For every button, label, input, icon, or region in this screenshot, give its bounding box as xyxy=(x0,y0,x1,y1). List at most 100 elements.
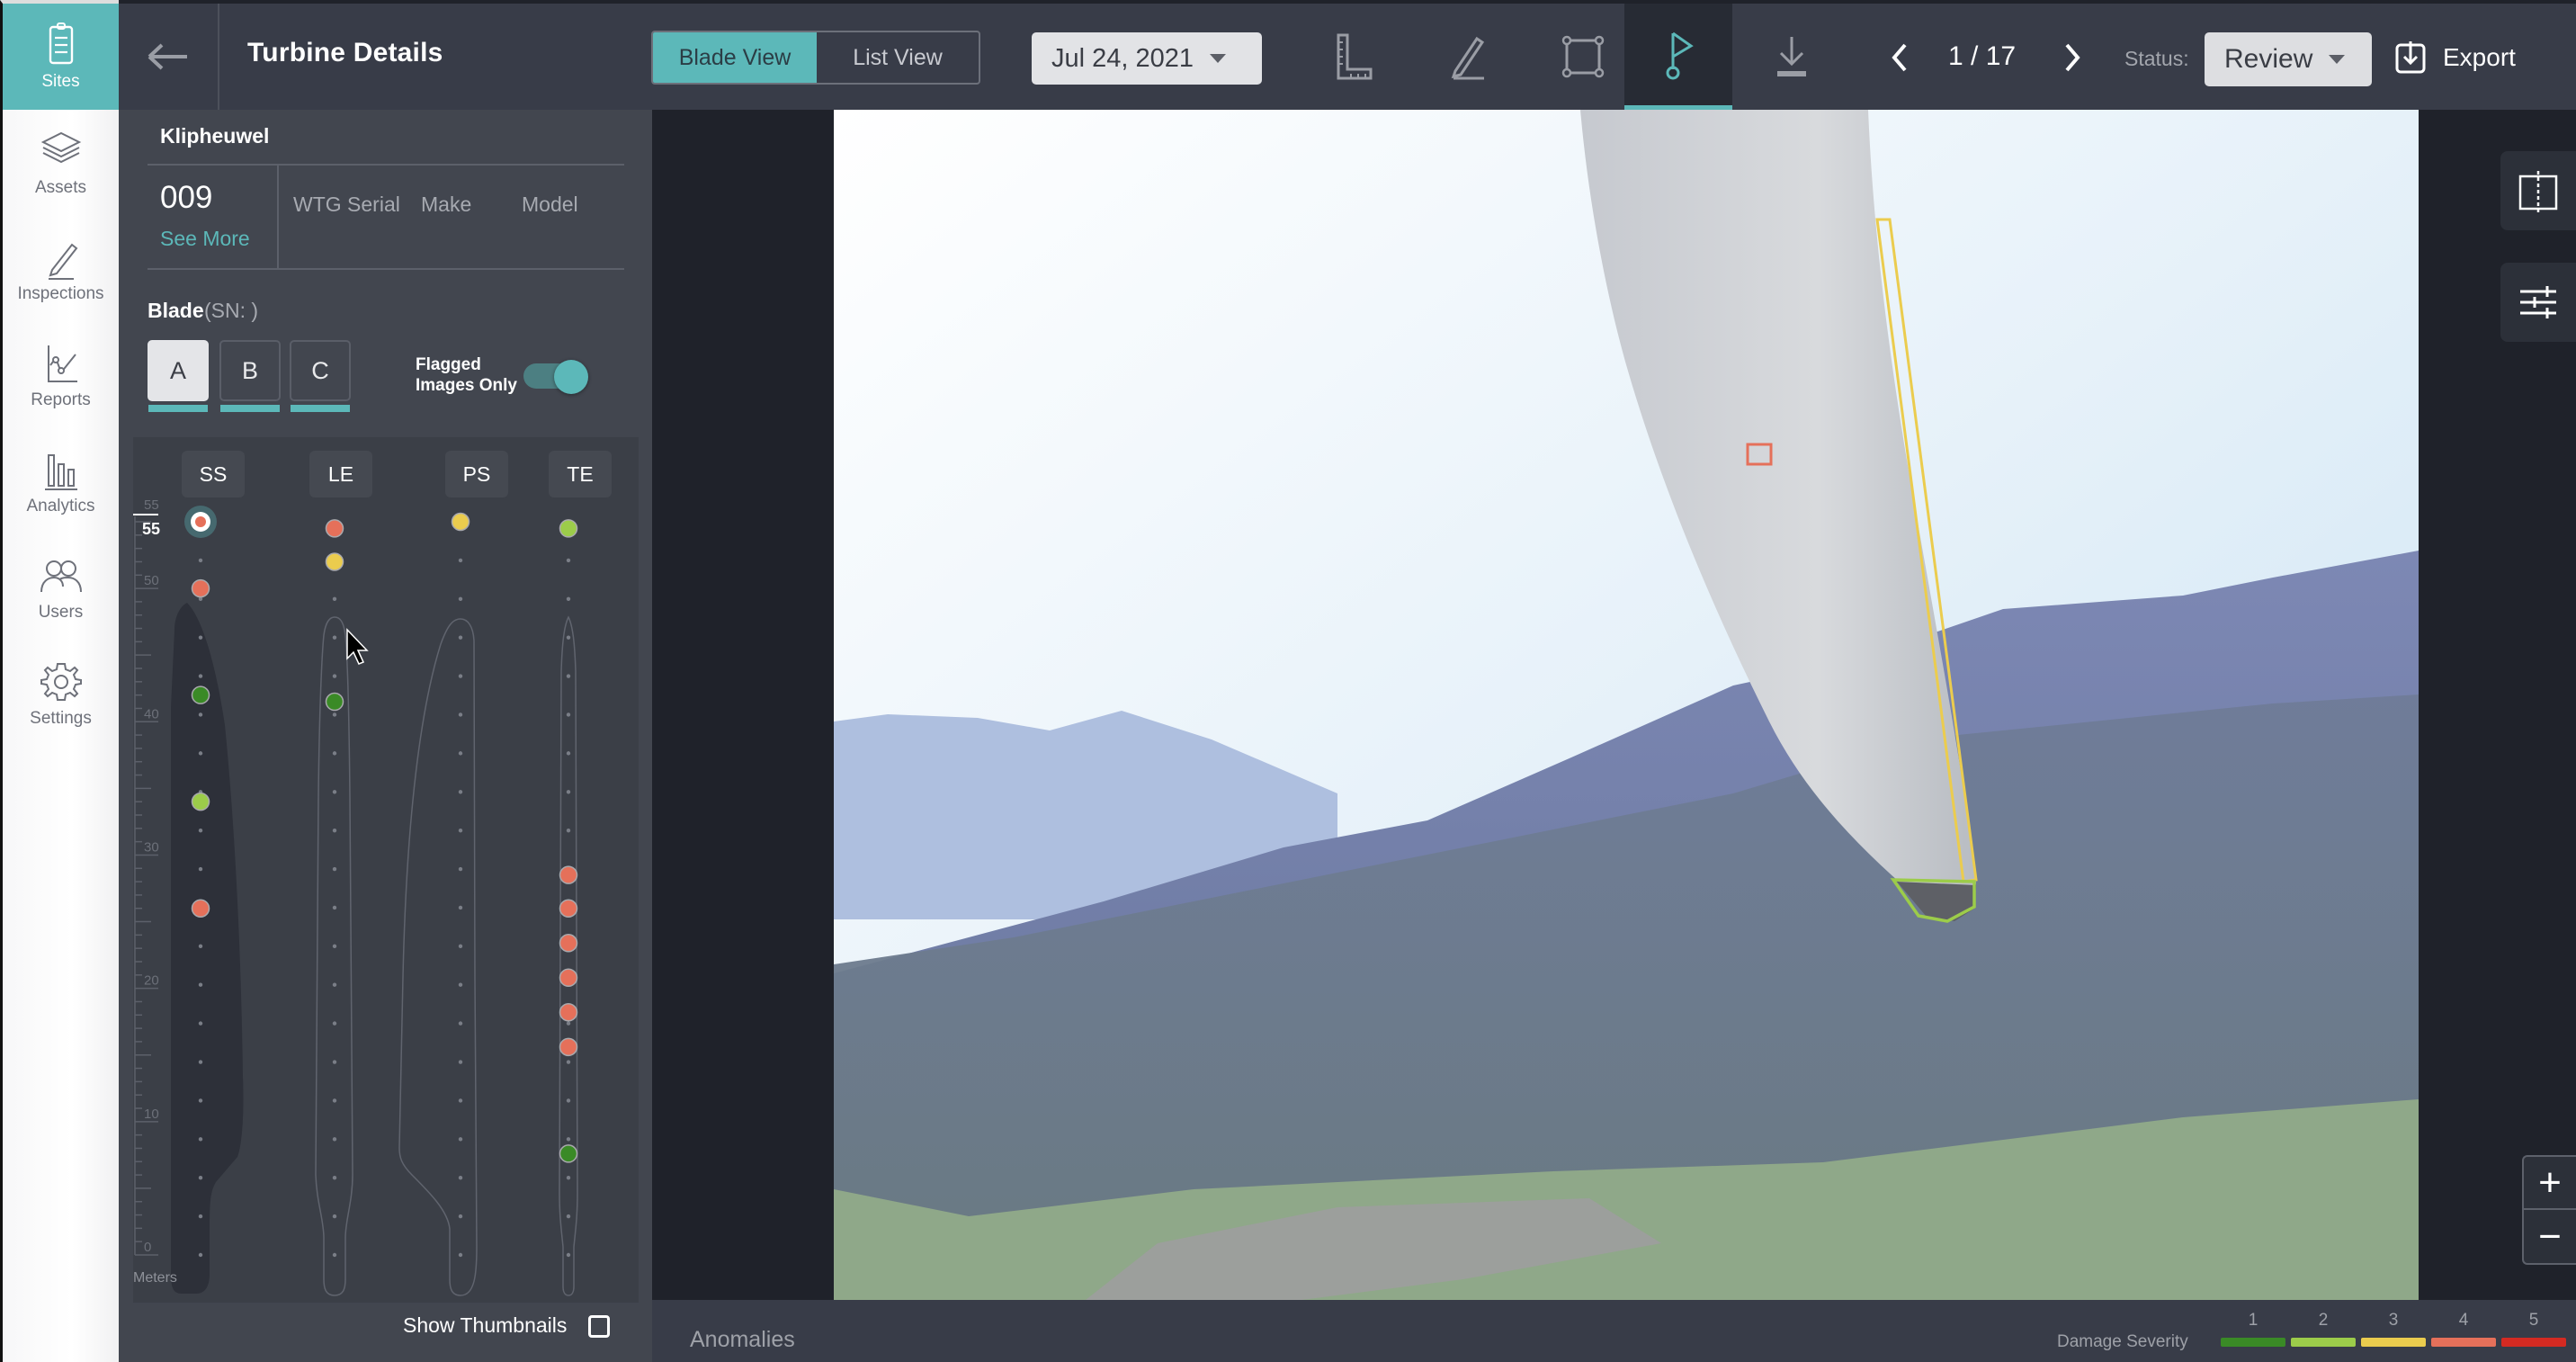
severity-level-2: 2 xyxy=(2291,1311,2356,1347)
finding-marker-te[interactable] xyxy=(559,865,578,884)
finding-marker-te[interactable] xyxy=(559,934,578,953)
inspection-point xyxy=(198,866,203,872)
inspection-point xyxy=(332,828,337,833)
nav-item-users[interactable]: Users xyxy=(3,534,119,641)
inspection-point xyxy=(332,712,337,717)
nav-item-settings[interactable]: Settings xyxy=(3,641,119,747)
inspection-photo[interactable] xyxy=(834,110,2419,1300)
previous-image-button[interactable] xyxy=(1882,38,1918,77)
damage-severity-label: Damage Severity xyxy=(2057,1332,2188,1351)
inspection-point xyxy=(198,982,203,987)
inspection-point xyxy=(458,828,463,833)
zoom-out-button[interactable]: − xyxy=(2524,1210,2576,1263)
inspection-point xyxy=(566,1252,571,1258)
draw-tool-button[interactable] xyxy=(1414,4,1522,110)
layers-icon xyxy=(40,131,81,164)
view-toggle: Blade View List View xyxy=(651,31,980,85)
inspection-point xyxy=(198,674,203,678)
finding-marker-te[interactable] xyxy=(559,519,578,538)
status-dropdown[interactable]: Review xyxy=(2205,32,2372,86)
inspection-point xyxy=(332,1214,337,1219)
flag-icon xyxy=(1666,31,1694,79)
inspection-point xyxy=(458,635,463,640)
download-button[interactable] xyxy=(1738,4,1846,110)
bottom-bar: Anomalies Damage Severity 1 2 3 4 5 xyxy=(652,1300,2576,1362)
inspection-point xyxy=(198,1098,203,1103)
finding-marker-ss xyxy=(195,516,206,527)
list-view-tab[interactable]: List View xyxy=(817,32,979,83)
next-image-button[interactable] xyxy=(2054,38,2090,77)
finding-marker-te[interactable] xyxy=(559,1003,578,1022)
inspection-point xyxy=(332,1176,337,1180)
top-toolbar: Turbine Details Blade View List View Jul… xyxy=(119,4,2576,110)
inspection-point xyxy=(332,1060,337,1064)
finding-marker-le[interactable] xyxy=(325,692,344,712)
severity-color-bar xyxy=(2361,1338,2426,1347)
nav-label: Reports xyxy=(31,390,91,409)
nav-item-assets[interactable]: Assets xyxy=(3,110,119,216)
image-pager-text: 1 / 17 xyxy=(1948,41,2017,71)
blade-a-button[interactable]: A xyxy=(148,340,209,401)
finding-marker-le[interactable] xyxy=(325,519,344,538)
nav-item-sites[interactable]: Sites xyxy=(3,4,119,110)
image-adjustments-button[interactable] xyxy=(2500,263,2576,342)
see-more-link[interactable]: See More xyxy=(160,227,250,251)
inspection-point xyxy=(198,635,203,640)
blade-diagram-canvas: 50 40 30 20 10 0 55 55 Meters xyxy=(133,497,578,1296)
ruler-tick-label: 10 xyxy=(144,1107,159,1122)
export-button[interactable]: Export xyxy=(2394,31,2516,85)
nav-item-inspections[interactable]: Inspections xyxy=(3,216,119,322)
date-dropdown[interactable]: Jul 24, 2021 xyxy=(1032,32,1262,85)
nav-item-analytics[interactable]: Analytics xyxy=(3,428,119,534)
blade-c-button[interactable]: C xyxy=(290,340,351,401)
finding-marker-ss[interactable] xyxy=(191,685,210,704)
flag-tool-button[interactable] xyxy=(1624,4,1732,110)
toggle-knob xyxy=(554,360,588,394)
split-view-button[interactable] xyxy=(2500,151,2576,230)
inspection-point xyxy=(198,944,203,949)
flagged-images-only-toggle[interactable] xyxy=(523,360,588,394)
blade-view-tab[interactable]: Blade View xyxy=(653,32,817,83)
inspection-point xyxy=(332,1098,337,1103)
finding-marker-ps[interactable] xyxy=(451,512,470,532)
meter-ruler: 50 40 30 20 10 0 55 55 Meters xyxy=(133,497,177,1286)
te-blade-outline xyxy=(559,615,578,1296)
flagged-images-only-label: Flagged Images Only xyxy=(416,354,517,396)
arrow-left-icon xyxy=(148,43,187,70)
finding-marker-ss[interactable] xyxy=(191,578,210,598)
anomalies-tab[interactable]: Anomalies xyxy=(690,1327,795,1353)
zoom-in-button[interactable]: + xyxy=(2524,1157,2576,1210)
ruler-tick-label: 50 xyxy=(144,573,159,588)
severity-color-bar xyxy=(2501,1338,2566,1347)
nav-item-reports[interactable]: Reports xyxy=(3,322,119,428)
inspection-point xyxy=(332,944,337,949)
box-tool-button[interactable] xyxy=(1529,4,1637,110)
finding-marker-ss[interactable] xyxy=(191,899,210,918)
inspection-point xyxy=(458,1098,463,1103)
finding-marker-te[interactable] xyxy=(559,1144,578,1163)
inspection-point xyxy=(332,982,337,987)
status-value: Review xyxy=(2224,44,2313,74)
inspection-point xyxy=(458,558,463,563)
blade-serial-number: (SN: ) xyxy=(204,299,259,322)
divider xyxy=(148,164,624,166)
show-thumbnails-checkbox[interactable] xyxy=(588,1315,610,1338)
pencil-icon xyxy=(48,243,77,280)
finding-marker-le[interactable] xyxy=(325,552,344,571)
inspection-point xyxy=(566,828,571,833)
finding-marker-te[interactable] xyxy=(559,1037,578,1057)
measure-tool-button[interactable] xyxy=(1299,4,1407,110)
le-blade-outline xyxy=(315,616,353,1296)
blade-b-button[interactable]: B xyxy=(219,340,281,401)
back-button[interactable] xyxy=(119,4,219,110)
nav-label: Analytics xyxy=(26,497,95,515)
site-name: Klipheuwel xyxy=(160,124,270,148)
flagged-label-line2: Images Only xyxy=(416,376,517,395)
inspection-point xyxy=(458,1060,463,1064)
finding-marker-ss[interactable] xyxy=(191,792,210,811)
finding-marker-te[interactable] xyxy=(559,968,578,988)
inspection-point xyxy=(566,558,571,563)
inspection-points xyxy=(198,519,571,1258)
inspection-point xyxy=(566,1021,571,1026)
finding-marker-te[interactable] xyxy=(559,899,578,918)
